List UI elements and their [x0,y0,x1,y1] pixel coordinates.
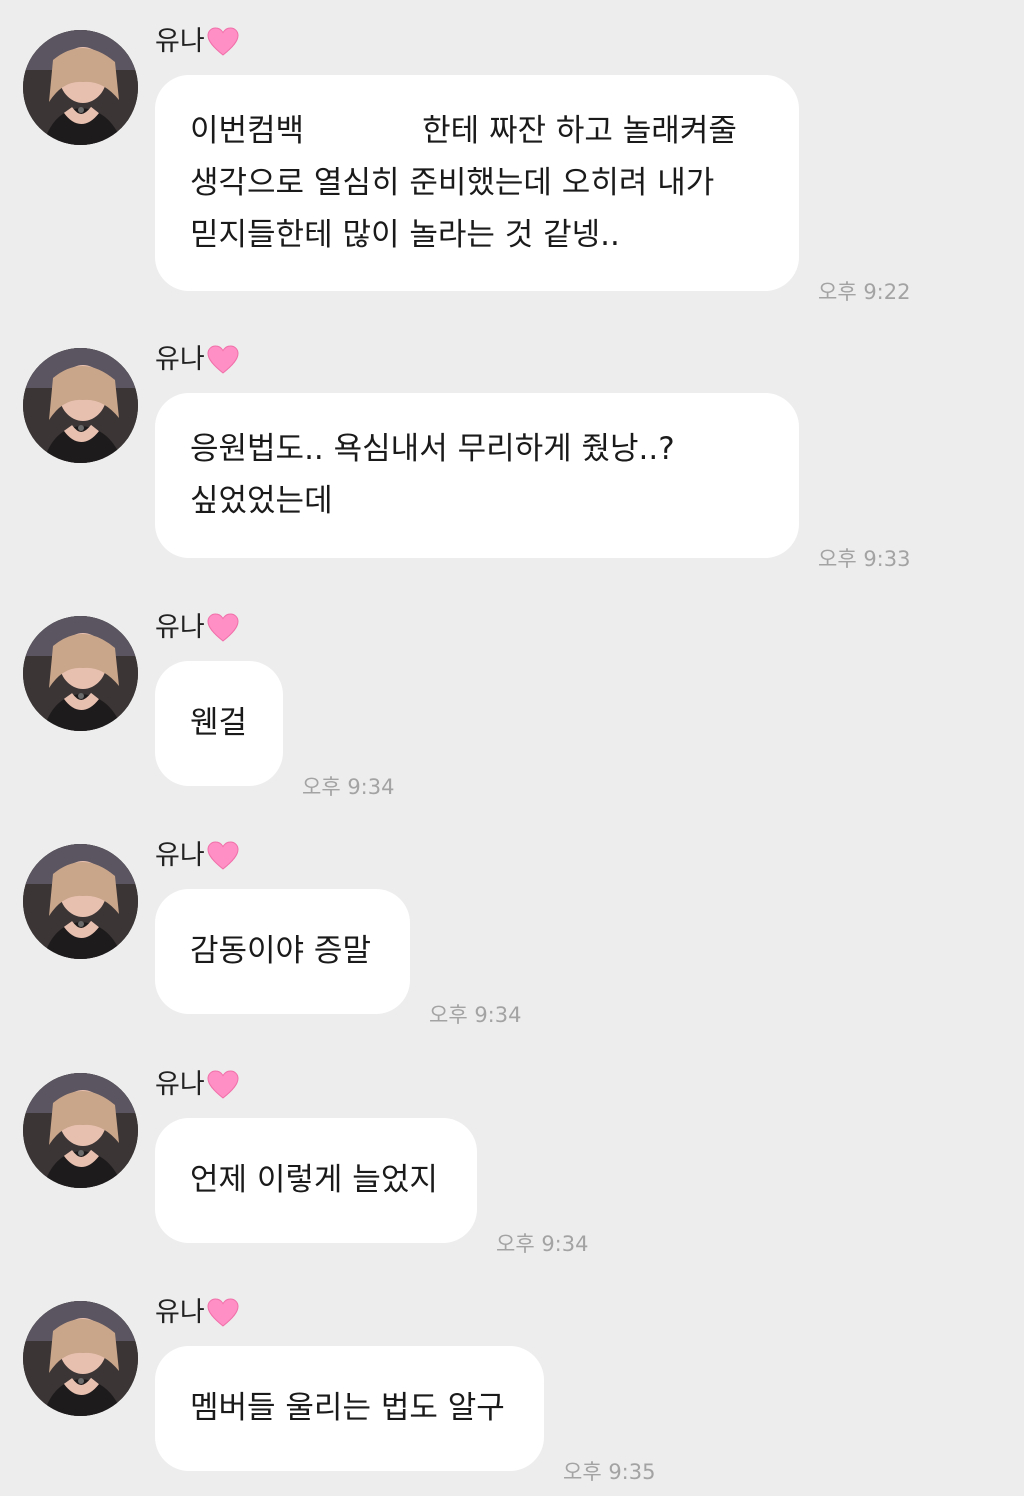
sender-name-text: 유나 [155,840,205,871]
message-line: 웬걸 [190,705,248,741]
message-bubble[interactable]: 멤버들 울리는 법도 알구 [155,1346,544,1471]
pink-heart-icon [207,345,239,375]
message-time: 오후 9:34 [429,1003,522,1027]
message-row: 멤버들 울리는 법도 알구 오후 9:35 [155,1346,655,1484]
sender-name-text: 유나 [155,1069,205,1100]
sender-name-text: 유나 [155,1297,205,1328]
pink-heart-icon [207,1298,239,1328]
avatar[interactable] [23,1073,138,1188]
message-row: 응원법도.. 욕심내서 무리하게 줬낭..? 싶었었는데 오후 9:33 [155,393,910,571]
message-bubble[interactable]: 응원법도.. 욕심내서 무리하게 줬낭..? 싶었었는데 [155,393,799,558]
sender-name-text: 유나 [155,612,205,643]
sender-name: 유나 [155,342,239,378]
message-text: 이번컴백 [190,113,305,149]
message-row: 이번컴백 한테 짜잔 하고 놀래켜줄 생각으로 열심히 준비했는데 오히려 내가 … [155,75,910,304]
message-time: 오후 9:34 [302,775,395,799]
message-row: 언제 이렇게 늘었지 오후 9:34 [155,1118,588,1256]
message-bubble[interactable]: 이번컴백 한테 짜잔 하고 놀래켜줄 생각으로 열심히 준비했는데 오히려 내가 … [155,75,799,291]
sender-name-text: 유나 [155,26,205,57]
redacted-block [304,112,423,153]
sender-name: 유나 [155,838,239,874]
avatar-image [23,348,138,463]
avatar[interactable] [23,616,138,731]
message-bubble[interactable]: 감동이야 증말 [155,889,410,1014]
avatar[interactable] [23,30,138,145]
avatar-image [23,1073,138,1188]
message-time: 오후 9:22 [818,280,911,304]
message-time: 오후 9:34 [496,1232,589,1256]
message-line: 언제 이렇게 늘었지 [190,1162,438,1198]
message-line: 믿지들한테 많이 놀라는 것 같넹.. [190,217,620,253]
pink-heart-icon [207,27,239,57]
message-row: 감동이야 증말 오후 9:34 [155,889,521,1027]
message-line: 싶었었는데 [190,483,333,519]
message-bubble[interactable]: 언제 이렇게 늘었지 [155,1118,477,1243]
avatar-image [23,616,138,731]
sender-name: 유나 [155,24,239,60]
sender-name: 유나 [155,610,239,646]
message-line: 멤버들 울리는 법도 알구 [190,1390,505,1426]
pink-heart-icon [207,613,239,643]
sender-name: 유나 [155,1295,239,1331]
message-bubble[interactable]: 웬걸 [155,661,283,786]
message-line: 감동이야 증말 [190,933,371,969]
pink-heart-icon [207,841,239,871]
avatar[interactable] [23,1301,138,1416]
message-text: 한테 짜잔 하고 놀래켜줄 [422,113,737,149]
avatar-image [23,844,138,959]
avatar-image [23,1301,138,1416]
message-time: 오후 9:33 [818,547,911,571]
message-line: 응원법도.. 욕심내서 무리하게 줬낭..? [190,431,675,467]
message-line: 생각으로 열심히 준비했는데 오히려 내가 [190,165,715,201]
avatar[interactable] [23,844,138,959]
avatar-image [23,30,138,145]
message-line: 이번컴백 한테 짜잔 하고 놀래켜줄 [190,105,763,157]
message-row: 웬걸 오후 9:34 [155,661,394,799]
message-time: 오후 9:35 [563,1460,656,1484]
pink-heart-icon [207,1070,239,1100]
avatar[interactable] [23,348,138,463]
sender-name-text: 유나 [155,344,205,375]
sender-name: 유나 [155,1067,239,1103]
